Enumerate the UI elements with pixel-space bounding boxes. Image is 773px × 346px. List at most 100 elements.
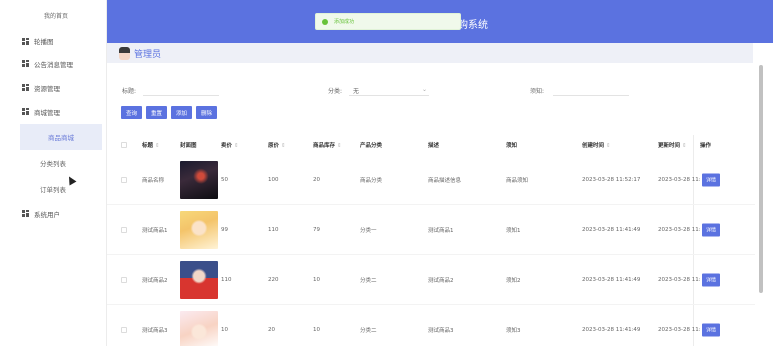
sidebar-item-label: 资源管理: [34, 85, 60, 93]
page-title: 管理员: [134, 49, 162, 60]
grid-icon: [22, 108, 29, 115]
row-checkbox[interactable]: [121, 276, 127, 283]
table-row[interactable]: 商品名称 50 100 20 商品分类 商品描述信息 商品须知 2023-03-…: [107, 155, 755, 205]
cell-title: 测试商品1: [142, 227, 168, 234]
th-ops: 操作: [700, 143, 712, 149]
cell-created: 2023-03-28 11:52:17: [582, 176, 641, 183]
cell-orig-price: 100: [268, 176, 279, 183]
cell-desc: 商品描述信息: [428, 177, 462, 184]
sidebar-item-mall[interactable]: 商城管理: [0, 100, 106, 124]
cover-image: [180, 260, 218, 299]
detail-button[interactable]: 详情: [702, 273, 720, 286]
sort-icon: ⇕: [234, 143, 239, 149]
category-label: 分类:: [328, 88, 343, 95]
cell-updated: 2023-03-28 11:: [658, 276, 701, 283]
th-created[interactable]: 创建时间 ⇕: [582, 141, 611, 149]
sidebar: 我的首页 轮播图 公告消息管理 资源管理 商城管理 商品商城 分类列表 订单列表…: [0, 0, 107, 346]
cell-created: 2023-03-28 11:41:49: [582, 226, 641, 233]
th-price[interactable]: 卖价 ⇕: [221, 141, 239, 149]
search-form: 标题: 分类: 无 ⌄ 须知:: [107, 80, 755, 100]
grid-icon: [22, 84, 29, 91]
table-row[interactable]: 测试商品2 110 220 10 分类二 测试商品2 须知2 2023-03-2…: [107, 255, 755, 305]
cell-price: 50: [221, 176, 228, 183]
cover-image: [180, 310, 218, 346]
reset-button[interactable]: 重置: [146, 106, 168, 119]
scrollbar-thumb[interactable]: [759, 65, 763, 293]
cell-price: 99: [221, 226, 228, 233]
grid-icon: [22, 38, 29, 45]
th-stock[interactable]: 商品库存 ⇕: [313, 141, 342, 149]
notice-label: 须知:: [530, 88, 545, 95]
sidebar-item-system-users[interactable]: 系统用户: [0, 202, 106, 226]
row-checkbox[interactable]: [121, 176, 127, 183]
cell-category: 分类二: [360, 327, 377, 334]
cell-title: 测试商品3: [142, 327, 168, 334]
cell-desc: 测试商品3: [428, 327, 454, 334]
row-checkbox[interactable]: [121, 226, 127, 233]
cell-stock: 79: [313, 226, 320, 233]
sidebar-item-label: 系统用户: [34, 211, 60, 219]
cell-title: 测试商品2: [142, 277, 168, 284]
sort-icon: ⇕: [606, 143, 611, 149]
sidebar-item-resources[interactable]: 资源管理: [0, 76, 106, 100]
cell-title: 商品名称: [142, 177, 165, 184]
th-category: 产品分类: [360, 143, 383, 149]
cell-updated: 2023-03-28 11:: [658, 326, 701, 333]
cell-category: 分类二: [360, 277, 377, 284]
cell-stock: 10: [313, 326, 320, 333]
sidebar-subitem-orders[interactable]: 订单列表: [0, 176, 106, 202]
category-select[interactable]: 无 ⌄: [349, 82, 429, 96]
table-row[interactable]: 测试商品1 99 110 79 分类一 测试商品1 须知1 2023-03-28…: [107, 205, 755, 255]
cell-category: 商品分类: [360, 177, 383, 184]
sort-icon: ⇕: [682, 143, 687, 149]
cell-desc: 测试商品1: [428, 227, 454, 234]
th-title[interactable]: 标题 ⇕: [142, 141, 160, 149]
notice-input[interactable]: [553, 82, 629, 96]
th-cover: 封面图: [180, 143, 197, 149]
sidebar-item-carousel[interactable]: 轮播图: [0, 30, 106, 52]
sidebar-subitem-categories[interactable]: 分类列表: [0, 150, 106, 176]
detail-button[interactable]: 详情: [702, 223, 720, 236]
sidebar-item-label: 商城管理: [34, 109, 60, 117]
cell-notice: 须知3: [506, 327, 521, 334]
detail-button[interactable]: 详情: [702, 323, 720, 336]
cell-price: 10: [221, 326, 228, 333]
cell-price: 110: [221, 276, 232, 283]
table-row[interactable]: 测试商品3 10 20 10 分类二 测试商品3 须知3 2023-03-28 …: [107, 305, 755, 346]
cell-created: 2023-03-28 11:41:49: [582, 326, 641, 333]
search-button[interactable]: 查询: [121, 106, 143, 119]
cell-category: 分类一: [360, 227, 377, 234]
sort-icon: ⇕: [337, 143, 342, 149]
avatar: [119, 46, 130, 60]
sort-icon: ⇕: [155, 143, 160, 149]
th-desc: 描述: [428, 143, 440, 149]
th-updated[interactable]: 更新时间 ⇕: [658, 141, 687, 149]
vertical-scrollbar[interactable]: [755, 63, 767, 346]
header-title: 购系统: [458, 20, 488, 31]
sidebar-item-notices[interactable]: 公告消息管理: [0, 52, 106, 76]
cell-orig-price: 20: [268, 326, 275, 333]
title-label: 标题:: [122, 88, 137, 95]
app: 我的首页 轮播图 公告消息管理 资源管理 商城管理 商品商城 分类列表 订单列表…: [0, 0, 773, 346]
cell-notice: 须知2: [506, 277, 521, 284]
delete-button[interactable]: 删除: [196, 106, 218, 119]
add-button[interactable]: 添加: [171, 106, 193, 119]
detail-button[interactable]: 详情: [702, 173, 720, 186]
check-circle-icon: [322, 18, 328, 25]
sidebar-home[interactable]: 我的首页: [0, 0, 106, 30]
sidebar-subitem-products[interactable]: 商品商城: [20, 124, 102, 150]
sidebar-item-label: 公告消息管理: [34, 61, 73, 69]
toast-message: 添加成功: [334, 19, 355, 25]
cover-image: [180, 160, 218, 199]
th-orig-price[interactable]: 原价 ⇕: [268, 141, 286, 149]
row-checkbox[interactable]: [121, 326, 127, 333]
cell-stock: 20: [313, 176, 320, 183]
chevron-down-icon: ⌄: [421, 86, 427, 93]
table-header: 标题 ⇕ 封面图 卖价 ⇕ 原价 ⇕ 商品库存 ⇕ 产品分类 描述 须知 创建时间 ⇕ 更…: [107, 135, 755, 155]
page-subheader: 管理员: [107, 43, 753, 63]
title-input[interactable]: [143, 82, 219, 96]
cell-created: 2023-03-28 11:41:49: [582, 276, 641, 283]
success-toast: 添加成功: [315, 13, 461, 30]
cover-image: [180, 210, 218, 249]
select-all-checkbox[interactable]: [121, 142, 127, 148]
